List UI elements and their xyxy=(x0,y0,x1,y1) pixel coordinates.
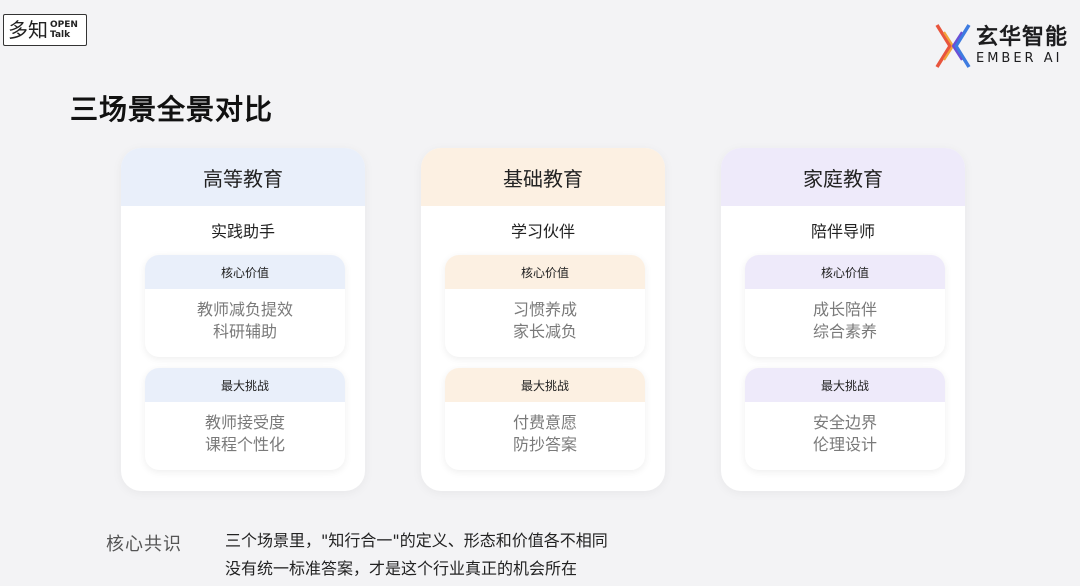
column-title: 家庭教育 xyxy=(721,148,965,206)
core-value-card: 核心价值 习惯养成 家长减负 xyxy=(445,255,645,357)
logo-cn-text: 多知 xyxy=(8,18,48,42)
column-role: 实践助手 xyxy=(210,222,275,241)
challenge-label: 最大挑战 xyxy=(145,368,345,402)
logo-talk-text: Talk xyxy=(50,30,71,40)
challenge-line: 防抄答案 xyxy=(512,435,577,454)
logo-opentalk-text: OPEN Talk xyxy=(50,20,78,40)
challenge-line: 教师接受度 xyxy=(204,413,285,432)
ember-x-logo-icon xyxy=(935,24,971,68)
consensus-text: 三个场景里，"知行合一"的定义、形态和价值各不相同 没有统一标准答案，才是这个行… xyxy=(225,527,608,583)
brand-en-name: EMBER AI xyxy=(975,51,1063,66)
duozhi-opentalk-logo: 多知 OPEN Talk xyxy=(3,14,87,46)
challenge-line: 课程个性化 xyxy=(204,435,285,454)
column-role: 学习伙伴 xyxy=(510,222,575,241)
ember-ai-logo: 玄华智能 EMBER AI xyxy=(934,22,1068,70)
core-value-line: 家长减负 xyxy=(512,322,577,341)
column-title: 高等教育 xyxy=(121,148,365,206)
consensus-label: 核心共识 xyxy=(106,534,182,555)
core-value-line: 科研辅助 xyxy=(212,322,277,341)
consensus-line: 三个场景里，"知行合一"的定义、形态和价值各不相同 xyxy=(225,531,608,550)
core-value-label: 核心价值 xyxy=(145,255,345,289)
challenge-card: 最大挑战 付费意愿 防抄答案 xyxy=(445,368,645,470)
challenge-card: 最大挑战 教师接受度 课程个性化 xyxy=(145,368,345,470)
scenario-column-higher-education: 高等教育 实践助手 核心价值 教师减负提效 科研辅助 最大挑战 教师接受度 课程… xyxy=(121,148,365,491)
brand-cn-name: 玄华智能 xyxy=(975,25,1068,50)
challenge-label: 最大挑战 xyxy=(445,368,645,402)
core-value-line: 习惯养成 xyxy=(512,300,577,319)
scenario-column-family-education: 家庭教育 陪伴导师 核心价值 成长陪伴 综合素养 最大挑战 安全边界 伦理设计 xyxy=(721,148,965,491)
challenge-label: 最大挑战 xyxy=(745,368,945,402)
column-role: 陪伴导师 xyxy=(810,222,875,241)
consensus-line: 没有统一标准答案，才是这个行业真正的机会所在 xyxy=(225,559,578,578)
core-value-line: 综合素养 xyxy=(812,322,877,341)
challenge-line: 安全边界 xyxy=(812,413,877,432)
page-title: 三场景全景对比 xyxy=(70,93,274,126)
challenge-line: 伦理设计 xyxy=(812,435,877,454)
core-value-card: 核心价值 成长陪伴 综合素养 xyxy=(745,255,945,357)
logo-open-text: OPEN xyxy=(50,20,78,30)
core-value-line: 教师减负提效 xyxy=(196,300,293,319)
challenge-line: 付费意愿 xyxy=(512,413,577,432)
column-title: 基础教育 xyxy=(421,148,665,206)
core-value-card: 核心价值 教师减负提效 科研辅助 xyxy=(145,255,345,357)
core-value-label: 核心价值 xyxy=(445,255,645,289)
core-value-label: 核心价值 xyxy=(745,255,945,289)
challenge-card: 最大挑战 安全边界 伦理设计 xyxy=(745,368,945,470)
scenario-column-basic-education: 基础教育 学习伙伴 核心价值 习惯养成 家长减负 最大挑战 付费意愿 防抄答案 xyxy=(421,148,665,491)
core-value-line: 成长陪伴 xyxy=(812,300,877,319)
